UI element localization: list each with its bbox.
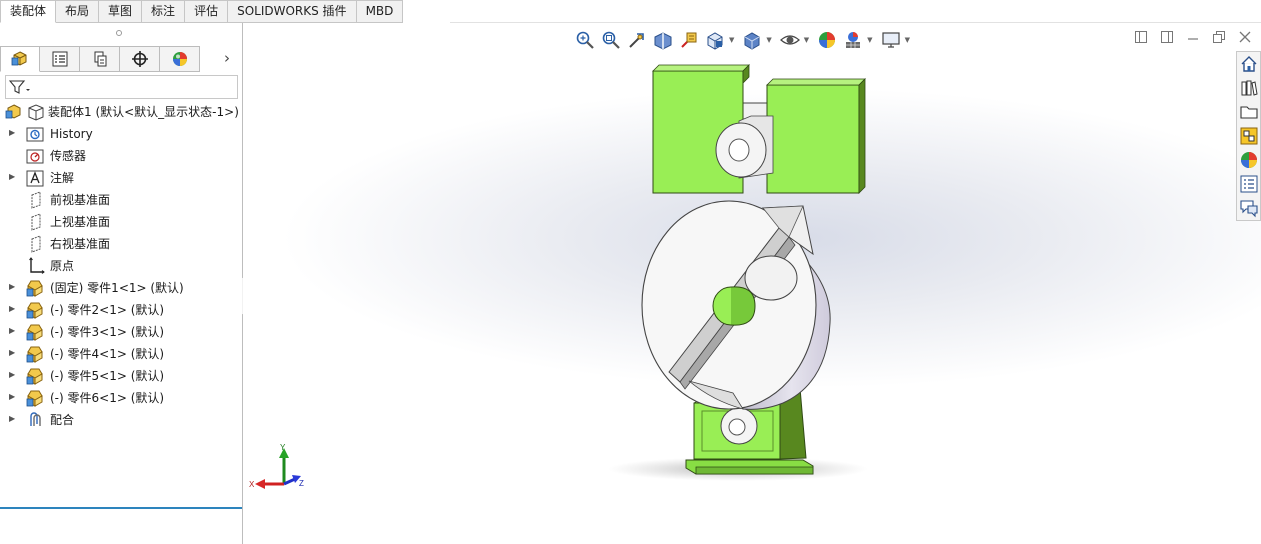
y-axis-label: Y	[280, 443, 286, 452]
tree-item-label: 上视基准面	[50, 215, 111, 229]
history-icon	[26, 127, 44, 142]
tree-item-label: (-) 零件4<1> (默认)	[50, 347, 165, 361]
tree-end-line	[0, 507, 242, 509]
property-list-icon	[52, 51, 67, 67]
tree-item-part2[interactable]: ▶ (-) 零件2<1> (默认)	[0, 299, 242, 321]
expand-arrow-icon[interactable]: ▶	[9, 326, 15, 335]
assembly-model[interactable]	[243, 23, 1261, 544]
tab-sketch[interactable]: 草图	[99, 0, 143, 23]
feature-manager-panel: › 装配体1 (默认<默认_显示状态-1>) ▶ History 传感器 ▶ 注…	[0, 23, 250, 544]
tree-item-label: 右视基准面	[50, 237, 111, 251]
forum-icon[interactable]	[1239, 198, 1259, 218]
expand-arrow-icon[interactable]: ▶	[9, 282, 15, 291]
tree-item-part3[interactable]: ▶ (-) 零件3<1> (默认)	[0, 321, 242, 343]
manager-tabs: ›	[0, 46, 230, 72]
part-icon	[26, 368, 43, 385]
tab-strip: 装配体 布局 草图 标注 评估 SOLIDWORKS 插件 MBD	[0, 0, 404, 23]
tree-item-label: (-) 零件2<1> (默认)	[50, 303, 165, 317]
feature-manager-tab[interactable]	[0, 46, 40, 72]
expand-arrow-icon[interactable]: ▶	[9, 348, 15, 357]
origin-icon	[29, 257, 45, 274]
tree-item-label: 注解	[50, 171, 75, 185]
tree-item-mates[interactable]: ▶ 配合	[0, 409, 242, 431]
tree-item-sensors[interactable]: 传感器	[0, 145, 242, 167]
expand-arrow-icon[interactable]: ▶	[9, 128, 15, 137]
part-icon	[26, 390, 43, 407]
tree-root[interactable]: 装配体1 (默认<默认_显示状态-1>)	[0, 101, 242, 123]
panel-grip-icon[interactable]	[116, 30, 122, 36]
dimxpert-manager-tab[interactable]	[120, 46, 160, 72]
expand-arrow-icon[interactable]: ▶	[9, 414, 15, 423]
property-manager-tab[interactable]	[40, 46, 80, 72]
tree-item-label: 前视基准面	[50, 193, 111, 207]
tree-item-top-plane[interactable]: 上视基准面	[0, 211, 242, 233]
x-axis-label: X	[249, 480, 255, 489]
crosshair-icon	[131, 51, 148, 67]
tab-markup[interactable]: 标注	[142, 0, 186, 23]
tree-item-label: History	[50, 127, 93, 141]
expand-arrow-icon[interactable]: ▶	[9, 172, 15, 181]
part-icon	[26, 280, 43, 297]
tree-item-right-plane[interactable]: 右视基准面	[0, 233, 242, 255]
tree-item-origin[interactable]: 原点	[0, 255, 242, 277]
design-library-icon[interactable]	[1239, 78, 1259, 98]
top-bracket-part[interactable]	[652, 64, 866, 194]
axis-triad: Y X Z	[249, 443, 304, 489]
tree-root-label: 装配体1 (默认<默认_显示状态-1>)	[48, 105, 239, 119]
expand-arrow-icon[interactable]: ▶	[9, 370, 15, 379]
expand-arrow-icon[interactable]: ▶	[9, 392, 15, 401]
display-manager-tab[interactable]	[160, 46, 200, 72]
plane-icon	[31, 235, 41, 253]
command-manager-tabs: 装配体 布局 草图 标注 评估 SOLIDWORKS 插件 MBD	[0, 0, 1261, 23]
solidworks-window: 装配体 布局 草图 标注 评估 SOLIDWORKS 插件 MBD › 装配体1…	[0, 0, 1261, 544]
z-axis-label: Z	[299, 479, 304, 488]
tree-item-label: 传感器	[50, 149, 87, 163]
task-pane-tabs	[1236, 51, 1261, 221]
appearance-ball-icon	[172, 52, 187, 66]
assembly-tree-icon	[11, 51, 27, 66]
tab-assembly[interactable]: 装配体	[0, 0, 57, 23]
tree-item-label: (-) 零件5<1> (默认)	[50, 369, 165, 383]
home-icon[interactable]	[1239, 54, 1259, 74]
part-icon	[26, 302, 43, 319]
disc-part[interactable]	[641, 200, 831, 410]
assembly-icon	[5, 104, 21, 119]
custom-properties-icon[interactable]	[1239, 174, 1259, 194]
tree-item-part6[interactable]: ▶ (-) 零件6<1> (默认)	[0, 387, 242, 409]
tree-item-label: (固定) 零件1<1> (默认)	[50, 281, 184, 295]
tree-item-label: (-) 零件3<1> (默认)	[50, 325, 165, 339]
configuration-icon	[94, 51, 106, 67]
tree-item-part4[interactable]: ▶ (-) 零件4<1> (默认)	[0, 343, 242, 365]
tab-layout[interactable]: 布局	[56, 0, 100, 23]
appearances-icon[interactable]	[1239, 150, 1259, 170]
plane-icon	[31, 191, 41, 209]
annotation-icon	[26, 170, 44, 187]
configuration-manager-tab[interactable]	[80, 46, 120, 72]
sensor-icon	[26, 149, 44, 164]
tree-item-front-plane[interactable]: 前视基准面	[0, 189, 242, 211]
mates-icon	[30, 412, 41, 426]
tree-item-part5[interactable]: ▶ (-) 零件5<1> (默认)	[0, 365, 242, 387]
filter-icon	[9, 80, 30, 94]
tree-item-label: 原点	[50, 259, 75, 273]
tree-item-history[interactable]: ▶ History	[0, 123, 242, 145]
tab-mbd[interactable]: MBD	[356, 0, 404, 23]
view-palette-icon[interactable]	[1239, 126, 1259, 146]
tab-addins[interactable]: SOLIDWORKS 插件	[228, 0, 357, 23]
part-icon	[26, 346, 43, 363]
graphics-area[interactable]: ▼ ▼ ▼ ▼ ▼ Y X Z	[243, 23, 1261, 544]
tab-evaluate[interactable]: 评估	[185, 0, 229, 23]
tree-item-part1[interactable]: ▶ (固定) 零件1<1> (默认)	[0, 277, 242, 299]
part-icon	[26, 324, 43, 341]
display-state-icon	[28, 104, 44, 121]
chevron-right-icon[interactable]: ›	[224, 49, 230, 67]
plane-icon	[31, 213, 41, 231]
file-explorer-icon[interactable]	[1239, 102, 1259, 122]
tree-item-annotations[interactable]: ▶ 注解	[0, 167, 242, 189]
tree-item-label: 配合	[50, 413, 75, 427]
tree-filter-input[interactable]	[5, 75, 238, 99]
expand-arrow-icon[interactable]: ▶	[9, 304, 15, 313]
tree-item-label: (-) 零件6<1> (默认)	[50, 391, 165, 405]
